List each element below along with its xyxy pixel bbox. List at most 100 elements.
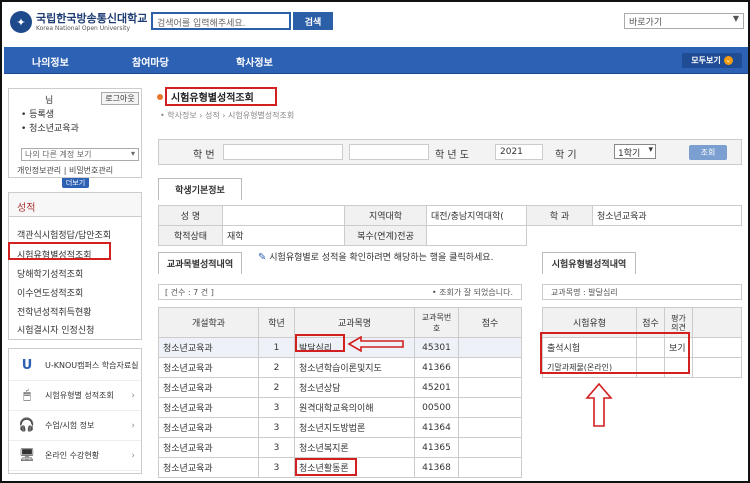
row-course: 청소년지도방법론	[294, 417, 415, 438]
more-button[interactable]: 더보기	[62, 178, 89, 188]
row-score	[458, 437, 522, 458]
main-nav: 나의정보 참여마당 학사정보 모두보기 ⌄	[4, 47, 748, 74]
status-label: 학적상태	[158, 225, 223, 246]
logout-button[interactable]: 로그아웃	[101, 92, 139, 105]
highlight-course-1	[295, 334, 345, 352]
row-code: 41368	[414, 457, 459, 478]
shortcut-ucampus[interactable]: U U-KNOU캠퍼스 학습자료실 ›	[9, 351, 141, 381]
screenshot-frame: ✦ 국립한국방송통신대학교 Korea National Open Univer…	[0, 0, 750, 483]
row-year: 3	[258, 457, 295, 478]
term-value: 1학기	[618, 149, 641, 159]
menu-item-answer-lookup[interactable]: 객관식시험정답/답안조회	[17, 228, 111, 241]
other-account-label: 나의 다른 계정 보기	[25, 150, 92, 159]
row-dept: 청소년교육과	[158, 357, 259, 378]
row-blank	[692, 357, 742, 378]
chevron-right-icon: ›	[131, 450, 135, 461]
menu-item-term-grade[interactable]: 당해학기성적조회	[17, 267, 83, 280]
term-select[interactable]: 1학기 ▾	[614, 144, 656, 159]
shortcut-class-info[interactable]: 🎧 수업/시험 정보 ›	[9, 411, 141, 441]
year-label: 학 년 도	[435, 150, 469, 161]
view-all-button[interactable]: 모두보기 ⌄	[682, 53, 742, 68]
year-field[interactable]: 2021	[495, 144, 543, 160]
table-row[interactable]: 청소년교육과 3 원격대학교육의이해 00500	[158, 397, 522, 418]
row-dept: 청소년교육과	[158, 457, 259, 478]
row-dept: 청소년교육과	[158, 417, 259, 438]
account-links: 개인정보관리 | 비밀번호관리	[17, 166, 114, 175]
row-code: 41364	[414, 417, 459, 438]
menu-item-year-grade[interactable]: 이수연도성적조회	[17, 286, 83, 299]
basic-info-table: 성 명 지역대학 대전/충남지역대학( 학 과 청소년교육과 학적상태 재학 복…	[158, 205, 742, 246]
site-search-button[interactable]: 검색	[293, 12, 333, 30]
student-no-field[interactable]	[223, 144, 343, 160]
shortcut-label: 온라인 수강현황	[45, 451, 100, 460]
tab-basic-info[interactable]: 학생기본정보	[158, 178, 242, 200]
shortcut-label: 수업/시험 정보	[45, 421, 95, 430]
row-code: 45201	[414, 377, 459, 398]
name-value	[222, 205, 345, 226]
chevron-down-icon: ▾	[130, 149, 135, 158]
page-title: 시험유형별성적조회	[165, 87, 277, 106]
tab-exam-type-grades[interactable]: 시험유형별성적내역	[542, 252, 636, 274]
row-blank	[692, 337, 742, 358]
monitor-icon: 🖥	[18, 448, 36, 463]
row-course: 청소년상담	[294, 377, 415, 398]
row-dept: 청소년교육과	[158, 397, 259, 418]
table-row[interactable]: 청소년교육과 3 청소년복지론 41365	[158, 437, 522, 458]
site-search-input[interactable]: 검색어를 입력해주세요.	[151, 12, 291, 30]
row-score	[458, 397, 522, 418]
shortcut-online-status[interactable]: 🖥 온라인 수강현황 ›	[9, 441, 141, 471]
quick-link-select[interactable]: 바로가기 ▼	[624, 13, 744, 29]
row-score	[458, 417, 522, 438]
u-campus-icon: U	[21, 358, 33, 373]
logo-title: 국립한국방송통신대학교	[36, 11, 148, 25]
chevron-down-icon: ▼	[732, 14, 739, 23]
other-account-select[interactable]: 나의 다른 계정 보기 ▾	[21, 148, 139, 161]
tab-course-grades[interactable]: 교과목별성적내역	[158, 252, 242, 274]
student-name-field[interactable]	[349, 144, 429, 160]
profile-link[interactable]: 개인정보관리	[17, 166, 61, 175]
double-major-label: 복수(연계)전공	[344, 225, 427, 246]
double-major-value	[426, 225, 527, 246]
mouse-icon: 🖱	[23, 388, 31, 403]
result-count: [ 건수 : 7 건 ]	[165, 288, 214, 297]
password-link[interactable]: 비밀번호관리	[69, 166, 113, 175]
nav-participation[interactable]: 참여마당	[132, 54, 169, 69]
headset-icon: 🎧	[18, 418, 36, 433]
col-course-code: 교과목번호	[414, 307, 459, 338]
breadcrumb: • 학사정보 › 성적 › 시험유형별성적조회	[160, 111, 295, 120]
highlight-menu-item	[8, 242, 111, 260]
col-blank	[692, 307, 742, 338]
row-code: 41365	[414, 437, 459, 458]
arrow-left-icon	[347, 336, 404, 352]
university-emblem-icon: ✦	[10, 11, 32, 33]
nav-academic[interactable]: 학사정보	[236, 54, 273, 69]
course-grade-table: 개설학과 학년 교과목명 교과목번호 점수 청소년교육과 1 발달심리 45301 청…	[158, 307, 522, 478]
user-dept: • 청소년교육과	[21, 124, 79, 134]
lookup-status: • 조회가 잘 되었습니다.	[431, 288, 513, 297]
col-year: 학년	[258, 307, 295, 338]
table-row[interactable]: 청소년교육과 3 청소년지도방법론 41364	[158, 417, 522, 438]
row-code: 45301	[414, 337, 459, 358]
site-logo[interactable]: ✦ 국립한국방송통신대학교 Korea National Open Univer…	[10, 8, 150, 36]
chevron-right-icon: ›	[131, 420, 135, 431]
shortcut-exam-grade[interactable]: 🖱 시험유형별 성적조회 ›	[9, 381, 141, 411]
table-row[interactable]: 청소년교육과 2 청소년상담 45201	[158, 377, 522, 398]
chevron-down-icon: ⌄	[723, 56, 733, 65]
menu-item-absence-request[interactable]: 시험결시자 인정신청	[17, 323, 94, 336]
lookup-button[interactable]: 조회	[689, 145, 727, 160]
side-menu-title: 성적	[9, 193, 141, 217]
lookup-form: 학 번 학 년 도 2021 학 기 1학기 ▾ 조회	[158, 139, 742, 165]
nav-my-info[interactable]: 나의정보	[32, 54, 69, 69]
table-row[interactable]: 청소년교육과 2 청소년학습이론및지도 41366	[158, 357, 522, 378]
user-info-box: 님 로그아웃 • 등록생 • 청소년교육과 나의 다른 계정 보기 ▾ 개인정보관…	[8, 88, 142, 178]
row-score	[458, 337, 522, 358]
row-code: 00500	[414, 397, 459, 418]
selected-course: 교과목명 : 발달심리	[542, 284, 742, 300]
menu-item-all-grade[interactable]: 전학년성적취득현황	[17, 305, 92, 318]
row-year: 2	[258, 357, 295, 378]
user-name: 님	[19, 93, 53, 106]
row-dept: 청소년교육과	[158, 437, 259, 458]
col-score: 점수	[458, 307, 522, 338]
result-count-bar: [ 건수 : 7 건 ] • 조회가 잘 되었습니다.	[158, 284, 522, 300]
row-course: 청소년복지론	[294, 437, 415, 458]
